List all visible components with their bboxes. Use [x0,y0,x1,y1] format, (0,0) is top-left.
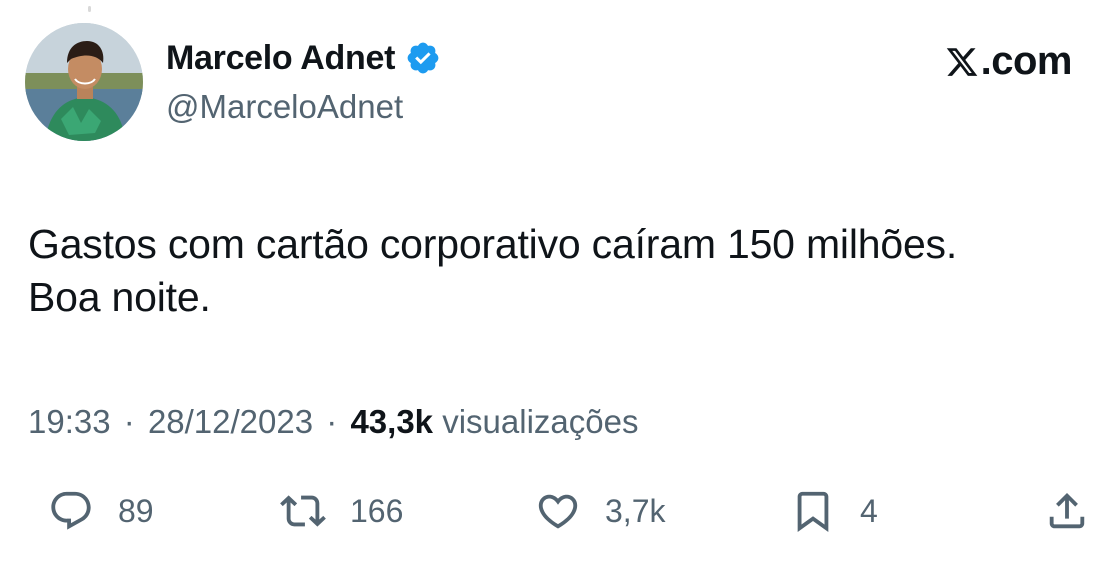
tweet-time[interactable]: 19:33 [28,403,111,440]
retweet-count: 166 [350,493,404,529]
tweet-meta: 19:33 · 28/12/2023 · 43,3k visualizações [28,402,638,442]
retweet-button[interactable]: 166 [280,488,403,534]
views-label: visualizações [442,403,639,440]
top-edge-mark [88,6,91,12]
meta-separator: · [326,403,338,440]
verified-badge-icon[interactable] [405,40,441,76]
tweet-line: Boa noite. [28,274,211,320]
reply-button[interactable]: 89 [48,488,154,534]
views-count[interactable]: 43,3k [350,403,433,440]
share-icon [1049,492,1085,529]
meta-separator: · [123,403,135,440]
bookmark-button[interactable]: 4 [790,488,878,534]
avatar[interactable] [25,23,143,141]
profile-photo [25,23,143,141]
reply-icon [51,491,91,530]
author-name-row: Marcelo Adnet [166,37,441,79]
brand-domain-text: .com [980,39,1073,83]
author-handle[interactable]: @MarceloAdnet [166,87,441,127]
bookmark-count: 4 [860,493,878,529]
like-count: 3,7k [605,493,666,529]
x-logo-icon [946,47,977,76]
retweet-icon [280,495,326,527]
like-button[interactable]: 3,7k [535,488,665,534]
tweet-date[interactable]: 28/12/2023 [148,403,313,440]
author-display-name[interactable]: Marcelo Adnet [166,37,395,79]
heart-icon [538,494,578,529]
share-button[interactable] [1044,488,1090,534]
action-bar: 89 166 3,7k 4 [0,478,1120,538]
tweet-line: Gastos com cartão corporativo caíram 150… [28,221,958,267]
reply-count: 89 [118,493,154,529]
tweet-text: Gastos com cartão corporativo caíram 150… [28,218,1098,324]
author-block: Marcelo Adnet @MarceloAdnet [166,37,441,127]
bookmark-icon [797,491,829,532]
x-brand: .com [945,39,1073,84]
